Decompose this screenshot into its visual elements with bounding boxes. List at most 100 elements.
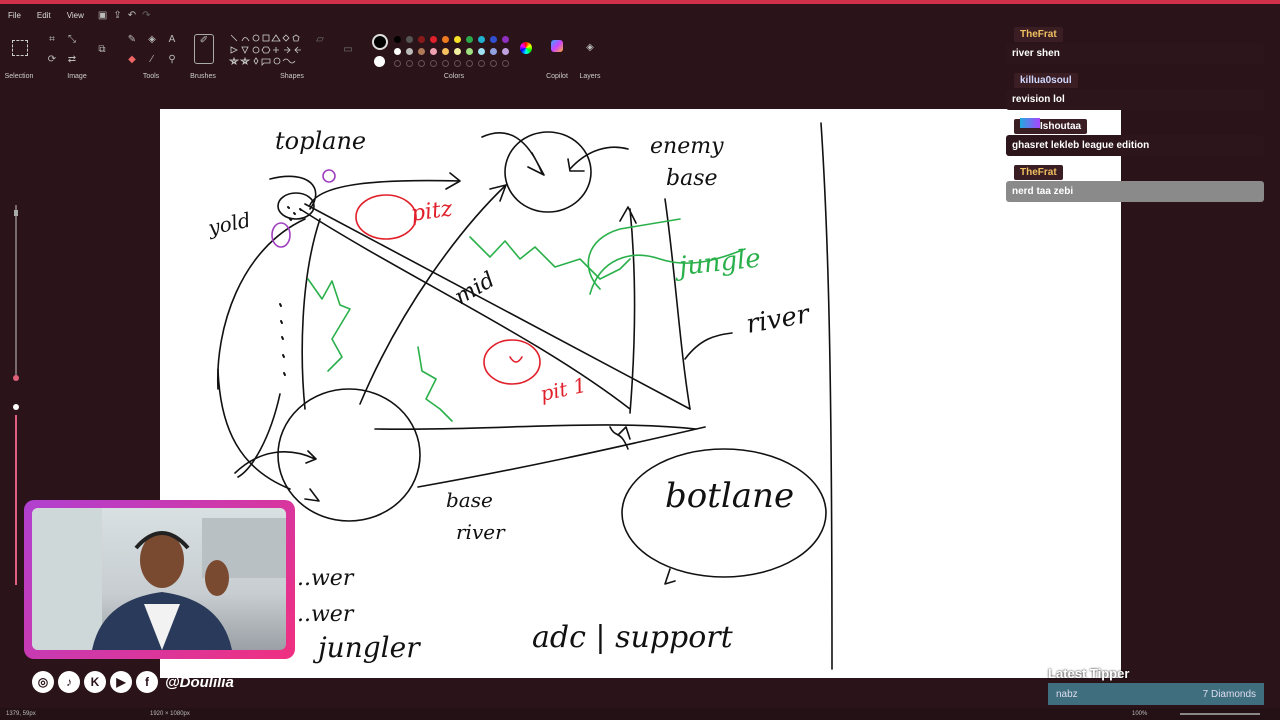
chat-badge-icon <box>1020 118 1040 128</box>
color-swatch[interactable] <box>394 48 401 55</box>
share-icon[interactable]: ⇪ <box>113 10 121 21</box>
color-swatch[interactable] <box>502 48 509 55</box>
social-bar: ◎ ♪ K ▶ f @Doulilia <box>32 668 234 696</box>
color-swatch[interactable] <box>454 36 461 43</box>
zoom-slider[interactable] <box>1180 713 1260 715</box>
label-pitz: pitz <box>409 196 454 227</box>
tipper-title: Latest Tipper <box>1048 666 1130 681</box>
edit-colors-icon[interactable] <box>520 42 532 54</box>
fill-icon[interactable]: ◈ <box>146 34 158 46</box>
river-path <box>619 206 637 414</box>
rotate-icon[interactable]: ⟳ <box>46 54 58 66</box>
tools-group: ✎ ◈ A ◆ ⁄ ⚲ Tools <box>122 30 180 84</box>
empty-swatch[interactable] <box>442 60 449 67</box>
chat-message: killua0soul revision lol <box>1006 70 1264 110</box>
selection-group: Selection <box>0 30 38 84</box>
color-swatch[interactable] <box>466 36 473 43</box>
tipper-amount: 7 Diamonds <box>1202 688 1256 700</box>
primary-color[interactable] <box>372 34 388 50</box>
color-swatch[interactable] <box>418 36 425 43</box>
pencil-icon[interactable]: ✎ <box>126 34 138 46</box>
empty-swatch[interactable] <box>454 60 461 67</box>
menu-view[interactable]: View <box>59 11 92 20</box>
redo-icon[interactable]: ↷ <box>142 10 150 21</box>
label-botlane: botlane <box>665 476 794 516</box>
webcam-feed <box>32 508 286 650</box>
copilot-group: Copilot <box>542 30 572 84</box>
copilot-icon[interactable] <box>551 40 563 52</box>
empty-swatch[interactable] <box>502 60 509 67</box>
chat-text: nerd taa zebi <box>1006 181 1264 202</box>
color-swatch[interactable] <box>394 36 401 43</box>
color-swatch[interactable] <box>466 48 473 55</box>
color-swatch[interactable] <box>430 48 437 55</box>
menu-file[interactable]: File <box>0 11 29 20</box>
chat-username: killua0soul <box>1014 73 1078 88</box>
secondary-color[interactable] <box>374 56 385 67</box>
label-enemy: enemy <box>650 134 724 159</box>
image-label: Image <box>67 73 87 80</box>
layers-icon[interactable]: ◈ <box>584 42 596 54</box>
empty-swatch[interactable] <box>466 60 473 67</box>
color-swatch[interactable] <box>454 48 461 55</box>
undo-icon[interactable]: ↶ <box>128 10 136 21</box>
resize-icon[interactable]: ⤡ <box>66 34 78 46</box>
brushes-group: ✐ Brushes <box>186 30 220 84</box>
chat-text: ghasret lekleb league edition <box>1006 135 1264 156</box>
color-swatch[interactable] <box>418 48 425 55</box>
color-swatch[interactable] <box>478 48 485 55</box>
zoom-level: 100% <box>1132 711 1148 717</box>
tipper-name: nabz <box>1056 688 1078 700</box>
shape-fill-icon[interactable]: ▭ <box>342 44 354 56</box>
selection-label: Selection <box>4 73 34 80</box>
canvas-size: 1920 × 1080px <box>150 711 190 717</box>
brush-size-slider[interactable] <box>10 205 22 585</box>
chat-username: TheFrat <box>1014 27 1063 42</box>
empty-swatch[interactable] <box>406 60 413 67</box>
outline-icon[interactable]: ▱ <box>314 34 326 46</box>
empty-swatch[interactable] <box>478 60 485 67</box>
color-picker-icon[interactable]: ⁄ <box>146 54 158 66</box>
color-swatch[interactable] <box>502 36 509 43</box>
selection-icon[interactable] <box>12 40 28 56</box>
crop-icon[interactable]: ⌗ <box>46 34 58 46</box>
layers-label: Layers <box>579 73 601 80</box>
empty-swatch[interactable] <box>430 60 437 67</box>
label-base-river-2: river <box>456 520 506 544</box>
label-yold: yold <box>205 208 253 241</box>
color-swatch[interactable] <box>430 36 437 43</box>
enemy-base-circle <box>504 131 592 213</box>
empty-swatch[interactable] <box>490 60 497 67</box>
eraser-icon[interactable]: ◆ <box>126 54 138 66</box>
purple-dot <box>322 169 336 183</box>
pitz-circle <box>355 194 417 240</box>
color-swatch[interactable] <box>490 36 497 43</box>
youtube-icon: ▶ <box>110 671 132 693</box>
color-swatch[interactable] <box>442 36 449 43</box>
color-swatch[interactable] <box>406 48 413 55</box>
label-tower-2: ...wer <box>290 602 355 627</box>
shapes-gallery[interactable] <box>228 32 308 72</box>
jungle-zigzag-1 <box>469 236 631 280</box>
tiktok-icon: ♪ <box>58 671 80 693</box>
color-swatch[interactable] <box>490 48 497 55</box>
save-icon[interactable]: ▣ <box>98 10 107 21</box>
color-swatch[interactable] <box>478 36 485 43</box>
menu-edit[interactable]: Edit <box>29 11 59 20</box>
social-handle: @Doulilia <box>165 673 234 691</box>
empty-swatch[interactable] <box>418 60 425 67</box>
chat-overlay: TheFrat river shen killua0soul revision lol… <box>1006 24 1264 208</box>
brush-icon[interactable]: ✐ <box>194 34 214 64</box>
label-adc-support: adc | support <box>532 620 734 655</box>
text-icon[interactable]: A <box>166 34 178 46</box>
color-swatch[interactable] <box>442 48 449 55</box>
label-jungler: jungler <box>312 631 421 664</box>
flip-icon[interactable]: ⇄ <box>66 54 78 66</box>
image-select-icon[interactable]: ⧉ <box>96 44 108 56</box>
chat-message: Ishoutaa ghasret lekleb league edition <box>1006 116 1264 156</box>
color-swatch[interactable] <box>406 36 413 43</box>
divider-line <box>820 122 833 670</box>
magnifier-icon[interactable]: ⚲ <box>166 54 178 66</box>
label-base-river-1: base <box>446 488 493 512</box>
empty-swatch[interactable] <box>394 60 401 67</box>
